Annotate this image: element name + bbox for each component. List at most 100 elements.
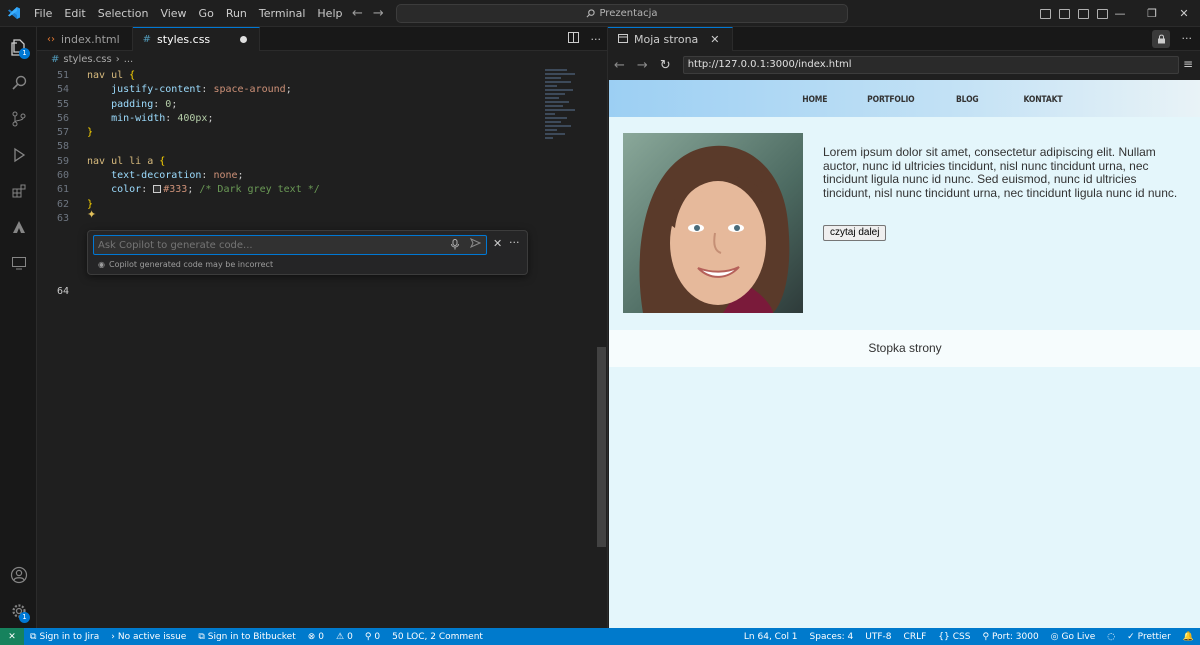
url-input[interactable]: http://127.0.0.1:3000/index.html xyxy=(682,56,1179,74)
toggle-primary-sidebar-icon[interactable] xyxy=(1040,8,1051,19)
account-icon[interactable] xyxy=(0,557,37,593)
menu-go[interactable]: Go xyxy=(193,0,220,27)
status-label: CRLF xyxy=(903,631,927,642)
code-line-60[interactable]: 60 text-decoration: none; xyxy=(37,169,537,183)
nav-home[interactable]: HOME xyxy=(802,95,827,105)
unsaved-dot-icon[interactable] xyxy=(240,36,248,43)
menu-file[interactable]: File xyxy=(28,0,58,27)
code-line-51[interactable]: 51 nav ul { xyxy=(37,69,537,83)
more-options-icon[interactable]: ··· xyxy=(509,236,520,249)
reload-icon[interactable]: ↻ xyxy=(660,58,671,73)
nav-portfolio[interactable]: PORTFOLIO xyxy=(867,95,914,105)
code-line-57[interactable]: 57} xyxy=(37,126,537,140)
extensions-icon[interactable] xyxy=(0,173,37,209)
status-left-6[interactable]: 50 LOC, 2 Comment xyxy=(386,632,489,642)
nav-kontakt[interactable]: KONTAKT xyxy=(1024,95,1063,105)
status-left-4[interactable]: ⚠ 0 xyxy=(330,632,359,642)
close-icon[interactable]: ✕ xyxy=(493,237,502,250)
editor-scrollbar[interactable] xyxy=(597,347,606,547)
status-right-0[interactable]: Ln 64, Col 1 xyxy=(738,632,804,642)
code-line-55[interactable]: 55 padding: 0; xyxy=(37,98,537,112)
status-right-1[interactable]: Spaces: 4 xyxy=(804,632,860,642)
status-left-0[interactable]: ⧉ Sign in to Jira xyxy=(24,632,105,642)
menu-icon[interactable]: ≡ xyxy=(1183,57,1193,71)
minimap[interactable] xyxy=(545,69,585,189)
copilot-icon: ◉ xyxy=(98,260,105,269)
status-right-9[interactable]: 🔔 xyxy=(1177,632,1200,642)
code-line-62[interactable]: 62} xyxy=(37,198,537,212)
copilot-prompt-input[interactable] xyxy=(93,235,487,255)
status-left-5[interactable]: ⚲ 0 xyxy=(359,632,386,642)
code-line-54[interactable]: 54 justify-content: space-around; xyxy=(37,83,537,97)
line-number: 61 xyxy=(56,184,69,196)
tab-label: Moja strona xyxy=(634,33,699,46)
lock-icon[interactable] xyxy=(1152,30,1170,48)
tab-moja-strona[interactable]: Moja strona ✕ xyxy=(608,27,733,51)
status-right-5[interactable]: ⚲ Port: 3000 xyxy=(976,632,1044,642)
code-line-61[interactable]: 61 color: #333; /* Dark grey text */ xyxy=(37,183,537,197)
status-right-7[interactable]: ◌ xyxy=(1101,632,1121,642)
tab-label: styles.css xyxy=(157,33,211,46)
status-left-3[interactable]: ⊗ 0 xyxy=(302,632,330,642)
status-right-8[interactable]: ✓ Prettier xyxy=(1121,632,1177,642)
copilot-sparkle-icon[interactable]: ✦ xyxy=(87,208,96,221)
send-icon[interactable] xyxy=(469,237,482,251)
menu-help[interactable]: Help xyxy=(311,0,348,27)
tab-styles-css[interactable]: # styles.css xyxy=(132,27,261,51)
read-more-button[interactable]: czytaj dalej xyxy=(823,225,887,241)
source-control-icon[interactable] xyxy=(0,101,37,137)
command-center[interactable]: Prezentacja xyxy=(396,4,848,23)
address-bar: ← → ↻ http://127.0.0.1:3000/index.html xyxy=(608,51,1200,79)
search-icon xyxy=(586,9,596,18)
microphone-icon[interactable] xyxy=(451,239,459,253)
braces-icon: {} xyxy=(938,631,950,642)
site-nav: HOME PORTFOLIO BLOG KONTAKT xyxy=(609,80,1200,117)
code-line-56[interactable]: 56 min-width: 400px; xyxy=(37,112,537,126)
run-debug-icon[interactable] xyxy=(0,137,37,173)
menu-run[interactable]: Run xyxy=(220,0,253,27)
forward-icon[interactable]: → xyxy=(637,58,648,73)
restore-icon[interactable]: ❐ xyxy=(1136,0,1168,27)
breadcrumb-file[interactable]: styles.css xyxy=(63,54,111,65)
status-right-6[interactable]: ◎ Go Live xyxy=(1045,632,1102,642)
status-right-2[interactable]: UTF-8 xyxy=(859,632,897,642)
status-right-4[interactable]: {} CSS xyxy=(932,632,976,642)
atlassian-icon[interactable] xyxy=(0,209,37,245)
status-left-1[interactable]: › No active issue xyxy=(105,632,192,642)
status-left-2[interactable]: ⧉ Sign in to Bitbucket xyxy=(192,632,301,642)
explorer-icon[interactable]: 1 xyxy=(0,29,37,65)
minimize-icon[interactable]: — xyxy=(1104,0,1136,27)
menu-selection[interactable]: Selection xyxy=(92,0,155,27)
breadcrumb-symbol[interactable]: ... xyxy=(124,54,134,65)
split-editor-icon[interactable] xyxy=(567,32,579,46)
tab-index-html[interactable]: ‹› index.html xyxy=(37,27,133,51)
more-actions-icon[interactable]: ··· xyxy=(591,33,602,46)
more-actions-icon[interactable]: ··· xyxy=(1182,27,1193,51)
menu-terminal[interactable]: Terminal xyxy=(253,0,312,27)
back-arrow-icon[interactable]: ← xyxy=(352,6,363,21)
remote-explorer-icon[interactable] xyxy=(0,245,37,281)
editor-actions: ··· xyxy=(567,27,602,51)
menu-view[interactable]: View xyxy=(154,0,192,27)
close-tab-icon[interactable]: ✕ xyxy=(710,33,719,46)
back-icon[interactable]: ← xyxy=(614,58,625,73)
nav-blog[interactable]: BLOG xyxy=(956,95,979,105)
code-line-64[interactable]: 64 xyxy=(37,285,69,299)
code-text: nav ul li a { xyxy=(87,155,166,167)
code-lines[interactable]: 51 nav ul {54 justify-content: space-arou… xyxy=(37,69,537,226)
close-window-icon[interactable]: ✕ xyxy=(1168,0,1200,27)
search-view-icon[interactable] xyxy=(0,65,37,101)
status-right-3[interactable]: CRLF xyxy=(898,632,933,642)
toggle-secondary-sidebar-icon[interactable] xyxy=(1078,8,1089,19)
color-swatch-icon[interactable] xyxy=(153,185,162,194)
manage-gear-icon[interactable]: 1 xyxy=(0,593,37,629)
explorer-badge: 1 xyxy=(19,48,30,59)
toggle-panel-icon[interactable] xyxy=(1059,8,1070,19)
menu-edit[interactable]: Edit xyxy=(58,0,91,27)
line-number: 62 xyxy=(56,198,69,210)
remote-indicator-icon[interactable]: ✕ xyxy=(0,628,24,645)
code-line-58[interactable]: 58 xyxy=(37,140,537,154)
code-line-63[interactable]: 63 xyxy=(37,212,537,226)
forward-arrow-icon[interactable]: → xyxy=(373,6,384,21)
code-line-59[interactable]: 59 nav ul li a { xyxy=(37,155,537,169)
